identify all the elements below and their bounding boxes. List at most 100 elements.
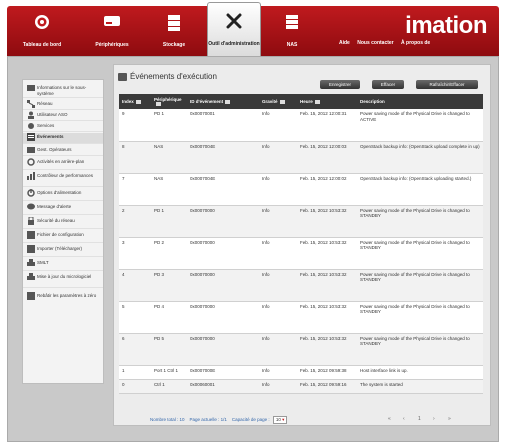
nav-devices[interactable]: Périphériques bbox=[85, 6, 139, 56]
sidebar-item-label: Rebâtir les paramètres à zéro bbox=[37, 293, 97, 298]
cell-index: 9 bbox=[119, 109, 151, 142]
cell-index: 6 bbox=[119, 333, 151, 366]
sidebar-item-label: Services bbox=[37, 123, 55, 128]
column-header-time[interactable]: Heure bbox=[297, 94, 357, 109]
help-link[interactable]: Aide bbox=[339, 40, 350, 46]
sidebar-item-config-file[interactable]: Fichier de configuration bbox=[23, 231, 103, 243]
cell-severity: Info bbox=[259, 365, 297, 380]
refresh-clear-button[interactable]: Rafraîchir/Effacer bbox=[416, 80, 478, 89]
cell-time: Feb. 15, 2012 12:00:02 bbox=[297, 173, 357, 206]
header-links: Aide Nous contacter À propos de bbox=[339, 40, 436, 46]
sidebar-item-network[interactable]: Réseau bbox=[23, 100, 103, 110]
sidebar-item-aso-user[interactable]: Utilisateur ASO bbox=[23, 111, 103, 121]
sort-icon bbox=[225, 99, 231, 104]
nav-label: Tableau de bord bbox=[22, 42, 62, 48]
sidebar-item-label: Utilisateur ASO bbox=[37, 112, 68, 117]
column-header-device[interactable]: Périphérique bbox=[151, 94, 187, 109]
import-icon bbox=[27, 245, 35, 253]
nav-dashboard[interactable]: Tableau de bord bbox=[15, 6, 69, 56]
table-row[interactable]: 3 PD 2 0x00070000 Info Feb. 15, 2012 10:… bbox=[119, 237, 483, 270]
cell-description: Power saving mode of the Physical Drive … bbox=[357, 301, 483, 334]
cell-severity: Info bbox=[259, 205, 297, 238]
cell-severity: Info bbox=[259, 109, 297, 142]
cell-time: Feb. 15, 2012 10:53:32 bbox=[297, 237, 357, 270]
cell-index: 0 bbox=[119, 379, 151, 394]
sidebar-item-label: SMLT bbox=[37, 260, 49, 265]
sidebar-item-network-security[interactable]: Sécurité du réseau bbox=[23, 216, 103, 229]
cell-event-id: 0x00070000 bbox=[187, 333, 259, 366]
cell-description: OpenStack backup info: (OpenStack upload… bbox=[357, 173, 483, 206]
next-page-button[interactable]: › bbox=[433, 416, 435, 422]
sidebar-item-performance-monitor[interactable]: Contrôleur de performances bbox=[23, 172, 103, 187]
cell-index: 5 bbox=[119, 301, 151, 334]
cell-event-id: 0x00070000 bbox=[187, 269, 259, 302]
cell-device: PD 3 bbox=[151, 269, 187, 302]
column-header-event-id[interactable]: ID d'événement bbox=[187, 94, 259, 109]
cell-time: Feb. 15, 2012 09:59:16 bbox=[297, 379, 357, 394]
prev-page-button[interactable]: ‹ bbox=[403, 416, 405, 422]
sidebar-item-smlt[interactable]: SMLT bbox=[23, 259, 103, 271]
column-header-severity[interactable]: Gravité bbox=[259, 94, 297, 109]
cell-description: Power saving mode of the Physical Drive … bbox=[357, 269, 483, 302]
sort-icon bbox=[314, 99, 320, 104]
cell-time: Feb. 15, 2012 10:53:32 bbox=[297, 205, 357, 238]
total-count: Nombre total : 10 bbox=[150, 417, 185, 422]
save-button[interactable]: Enregistrer bbox=[320, 80, 360, 89]
cell-description: Power saving mode of the Physical Drive … bbox=[357, 205, 483, 238]
last-page-button[interactable]: » bbox=[448, 416, 451, 422]
sidebar-item-operators[interactable]: Gest. Opérateurs bbox=[23, 146, 103, 156]
sidebar-item-alert-message[interactable]: Message d'alerte bbox=[23, 203, 103, 215]
sidebar-item-label: Options d'alimentation bbox=[37, 190, 82, 195]
events-icon bbox=[27, 133, 35, 141]
cell-severity: Info bbox=[259, 269, 297, 302]
table-row[interactable]: 1 Port 1 Ctrl 1 0x0007000E Info Feb. 15,… bbox=[119, 365, 483, 380]
cell-index: 4 bbox=[119, 269, 151, 302]
sidebar-item-power-options[interactable]: Options d'alimentation bbox=[23, 189, 103, 201]
first-page-button[interactable]: « bbox=[388, 416, 391, 422]
cell-device: Ctrl 1 bbox=[151, 379, 187, 394]
table-row[interactable]: 0 Ctrl 1 0x00060001 Info Feb. 15, 2012 0… bbox=[119, 379, 483, 394]
sidebar-item-events[interactable]: Événements bbox=[23, 133, 103, 144]
sidebar-item-background-activities[interactable]: Activités en arrière-plan bbox=[23, 158, 103, 170]
table-row[interactable]: 9 PD 1 0x00070001 Info Feb. 15, 2012 12:… bbox=[119, 109, 483, 142]
nav-admin-tools[interactable]: Outil d'administration bbox=[207, 2, 261, 60]
nav-label: Stockage bbox=[162, 42, 186, 48]
table-row[interactable]: 7 NAS 0x0007004E Info Feb. 15, 2012 12:0… bbox=[119, 173, 483, 206]
sidebar-item-subsystem-info[interactable]: Informations sur le sous-système bbox=[23, 84, 103, 98]
page-number-1[interactable]: 1 bbox=[418, 416, 421, 422]
nav-nas[interactable]: NAS bbox=[265, 6, 319, 56]
sidebar-item-reset-settings[interactable]: Rebâtir les paramètres à zéro bbox=[23, 292, 103, 307]
page-size-select[interactable]: 10 ▾ bbox=[272, 416, 288, 424]
current-page: Page actuelle : 1/1 bbox=[189, 417, 227, 422]
nav-storage[interactable]: Stockage bbox=[147, 6, 201, 56]
sidebar-item-services[interactable]: Services bbox=[23, 122, 103, 132]
cell-time: Feb. 15, 2012 10:53:32 bbox=[297, 269, 357, 302]
network-icon bbox=[27, 100, 35, 108]
cell-event-id: 0x0007004E bbox=[187, 173, 259, 206]
cell-device: PD 1 bbox=[151, 205, 187, 238]
table-row[interactable]: 6 PD 5 0x00070000 Info Feb. 15, 2012 10:… bbox=[119, 333, 483, 366]
column-header-index[interactable]: Index bbox=[119, 94, 151, 109]
cell-device: NAS bbox=[151, 173, 187, 206]
refresh-icon bbox=[27, 158, 35, 166]
table-footer: Nombre total : 10 Page actuelle : 1/1 Ca… bbox=[150, 416, 288, 424]
sidebar-item-firmware-update[interactable]: Mise à jour du micrologiciel bbox=[23, 273, 103, 288]
user-icon bbox=[27, 111, 35, 119]
table-header-row: Index Périphérique ID d'événement Gravit… bbox=[119, 94, 483, 109]
cell-event-id: 0x0007004E bbox=[187, 141, 259, 174]
cell-device: PD 4 bbox=[151, 301, 187, 334]
about-link[interactable]: À propos de bbox=[401, 40, 430, 46]
clear-button[interactable]: Effacer bbox=[372, 80, 404, 89]
table-row[interactable]: 4 PD 3 0x00070000 Info Feb. 15, 2012 10:… bbox=[119, 269, 483, 302]
table-row[interactable]: 5 PD 4 0x00070000 Info Feb. 15, 2012 10:… bbox=[119, 301, 483, 334]
table-row[interactable]: 8 NAS 0x0007004E Info Feb. 15, 2012 12:0… bbox=[119, 141, 483, 174]
cell-severity: Info bbox=[259, 141, 297, 174]
sidebar-item-label: Contrôleur de performances bbox=[37, 173, 94, 178]
storage-icon bbox=[166, 14, 182, 37]
sidebar-item-import[interactable]: Importer (Télécharger) bbox=[23, 245, 103, 257]
cell-device: PD 2 bbox=[151, 237, 187, 270]
contact-link[interactable]: Nous contacter bbox=[357, 40, 393, 46]
sidebar-item-label: Sécurité du réseau bbox=[37, 218, 75, 223]
nav-label: NAS bbox=[286, 42, 298, 48]
table-row[interactable]: 2 PD 1 0x00070000 Info Feb. 15, 2012 10:… bbox=[119, 205, 483, 238]
